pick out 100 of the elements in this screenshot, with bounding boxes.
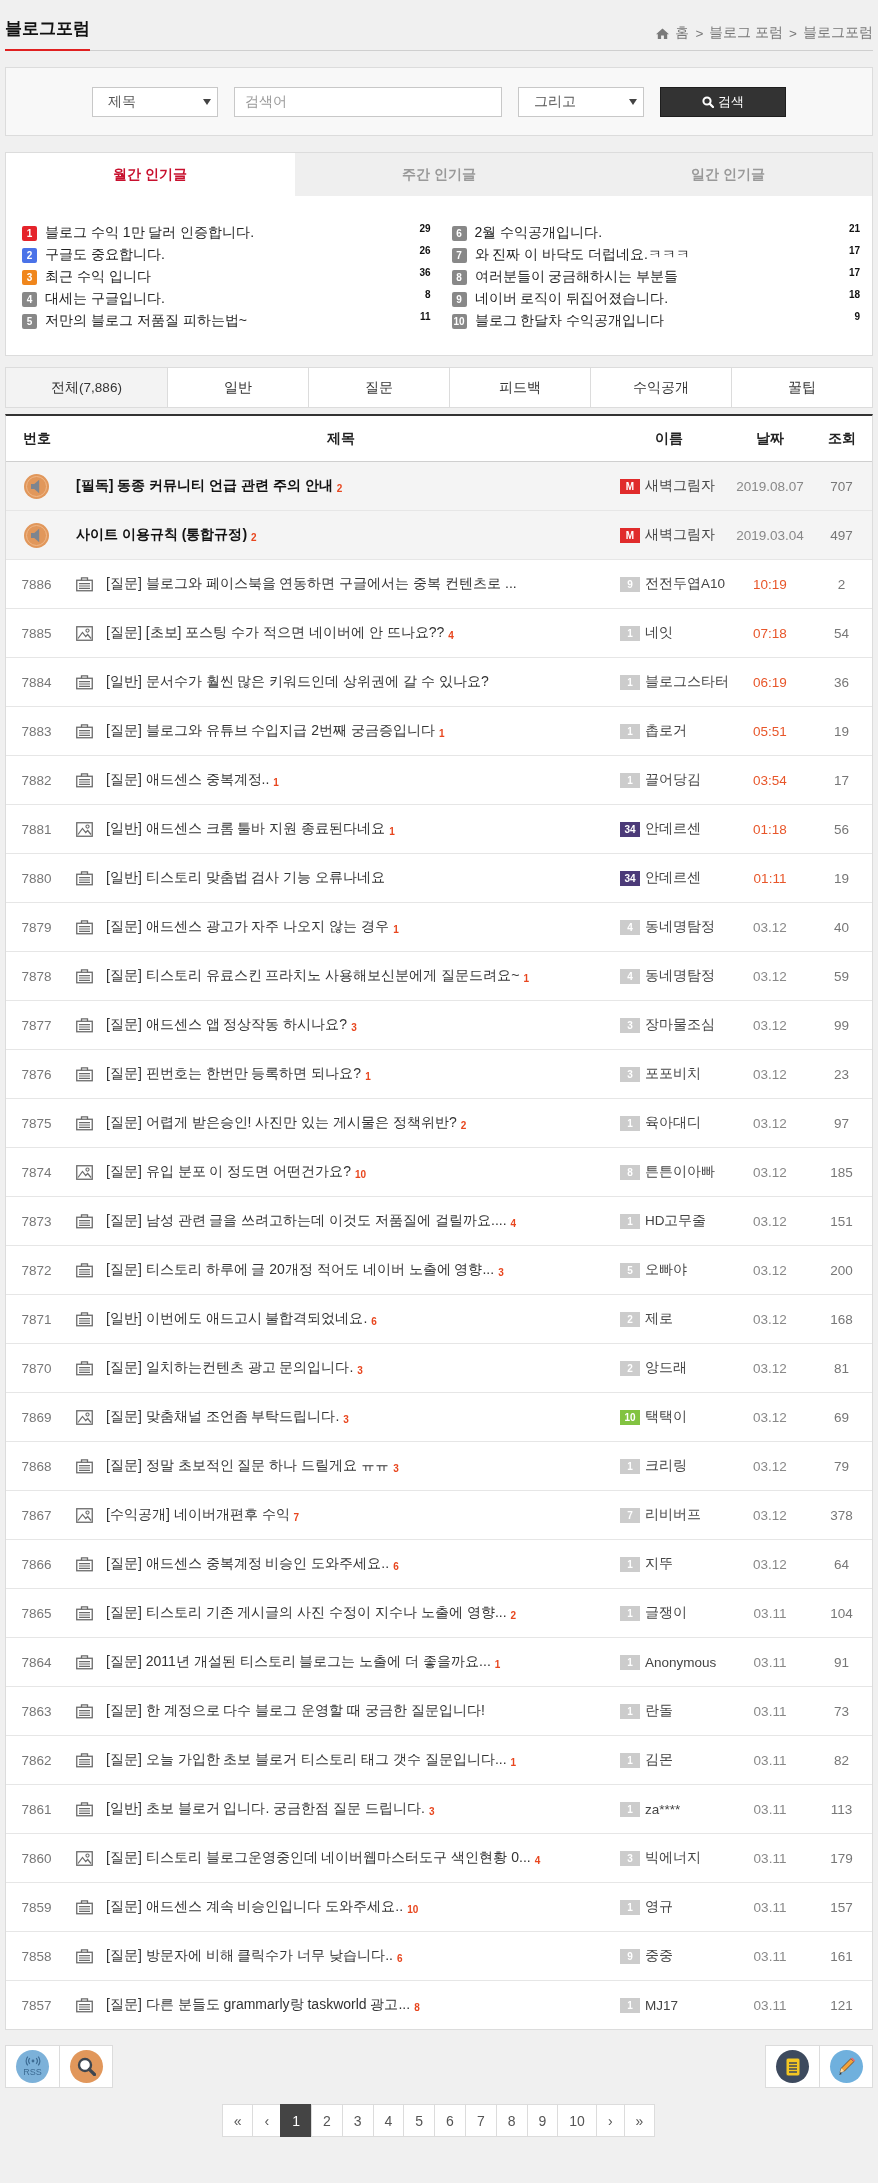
- search-field-select[interactable]: 제목: [92, 86, 218, 117]
- first-page-link[interactable]: «: [221, 2104, 254, 2137]
- post-title-link[interactable]: [질문] 티스토리 유료스킨 프라치노 사용해보신분에게 질문드려요~: [106, 967, 520, 985]
- category-tab[interactable]: 질문: [308, 368, 449, 407]
- search-button[interactable]: 검색: [660, 86, 786, 117]
- author-name[interactable]: 빅에너지: [645, 1849, 701, 1867]
- list-button[interactable]: [776, 2050, 809, 2083]
- popular-post-link[interactable]: 구글도 중요합니다.: [45, 246, 165, 262]
- previous-page-link[interactable]: ‹: [252, 2104, 282, 2137]
- author-name[interactable]: 제로: [645, 1310, 673, 1328]
- post-title-link[interactable]: [질문] 2011년 개설된 티스토리 블로그는 노출에 더 좋을까요...: [106, 1653, 491, 1671]
- author-name[interactable]: 글쟁이: [645, 1604, 687, 1622]
- author-name[interactable]: Anonymous: [645, 1654, 717, 1670]
- post-title-link[interactable]: [수익공개] 네이버개편후 수익: [106, 1506, 290, 1524]
- post-title-link[interactable]: [질문] 티스토리 하루에 글 20개정 적어도 네이버 노출에 영향...: [106, 1261, 495, 1279]
- author-name[interactable]: 네잇: [645, 624, 673, 642]
- post-title-link[interactable]: [질문] 유입 분포 이 정도면 어떤건가요?: [106, 1163, 351, 1181]
- author-name[interactable]: 촙로거: [645, 722, 687, 740]
- post-title-link[interactable]: [질문] 애드센스 광고가 자주 나오지 않는 경우: [106, 918, 390, 936]
- post-title-link[interactable]: [질문] 오늘 가입한 초보 블로거 티스토리 태그 갯수 질문입니다...: [106, 1751, 507, 1769]
- author-name[interactable]: 영규: [645, 1898, 673, 1916]
- author-name[interactable]: 동네명탐정: [645, 967, 715, 985]
- post-title-link[interactable]: [질문] 블로그와 유튜브 수입지급 2번째 궁금증입니다: [106, 722, 435, 740]
- page-link[interactable]: 4: [372, 2104, 405, 2137]
- author-name[interactable]: za****: [645, 1801, 681, 1817]
- post-title-link[interactable]: [질문] 애드센스 계속 비승인입니다 도와주세요..: [106, 1898, 404, 1916]
- last-page-link[interactable]: »: [623, 2104, 656, 2137]
- post-title-link[interactable]: [질문] 티스토리 블로그운영중인데 네이버웹마스터도구 색인현황 0...: [106, 1849, 531, 1867]
- search-button[interactable]: [69, 2050, 103, 2083]
- post-title-link[interactable]: 사이트 이용규칙 (통합규정): [76, 526, 248, 544]
- author-name[interactable]: 포포비치: [645, 1065, 701, 1083]
- popular-post-link[interactable]: 와 진짜 이 바닥도 더럽네요.ㅋㅋㅋ: [474, 246, 690, 262]
- popular-post-link[interactable]: 블로그 한달차 수익공개입니다: [474, 312, 665, 328]
- post-title-link[interactable]: [질문] 다른 분들도 grammarly랑 taskworld 광고...: [106, 1996, 411, 2014]
- author-name[interactable]: 새벽그림자: [645, 526, 715, 544]
- author-name[interactable]: MJ17: [645, 1997, 678, 2013]
- category-tab[interactable]: 꿀팁: [731, 368, 872, 407]
- post-title-link[interactable]: [질문] 블로그와 페이스북을 연동하면 구글에서는 중복 컨텐츠로 ...: [106, 575, 517, 593]
- author-name[interactable]: 중중: [645, 1947, 673, 1965]
- post-title-link[interactable]: [질문] 일치하는컨텐츠 광고 문의입니다.: [106, 1359, 354, 1377]
- page-link[interactable]: 6: [434, 2104, 466, 2137]
- page-link[interactable]: 2: [310, 2104, 343, 2137]
- popular-post-link[interactable]: 2월 수익공개입니다.: [474, 224, 603, 240]
- author-name[interactable]: 택택이: [645, 1408, 687, 1426]
- post-title-link[interactable]: [일반] 애드센스 크롬 툴바 지원 종료된다네요: [106, 820, 386, 838]
- post-title-link[interactable]: [일반] 이번에도 애드고시 불합격되었네요.: [106, 1310, 368, 1328]
- author-name[interactable]: 블로그스타터: [645, 673, 729, 691]
- post-title-link[interactable]: [질문] 어렵게 받은승인! 사진만 있는 게시물은 정책위반?: [106, 1114, 457, 1132]
- breadcrumb-link[interactable]: 블로그 포럼: [709, 24, 784, 42]
- page-link[interactable]: 8: [495, 2104, 528, 2137]
- breadcrumb-link[interactable]: 홈: [675, 24, 690, 42]
- search-input[interactable]: 검색어: [234, 86, 502, 117]
- popular-post-link[interactable]: 저만의 블로그 저품질 피하는법~: [45, 312, 247, 328]
- post-title-link[interactable]: [질문] 정말 초보적인 질문 하나 드릴게요 ㅠㅠ: [106, 1457, 390, 1475]
- author-name[interactable]: 리비버프: [645, 1506, 701, 1524]
- author-name[interactable]: 김몬: [645, 1751, 673, 1769]
- post-title-link[interactable]: [질문] 애드센스 중복계정..: [106, 771, 270, 789]
- author-name[interactable]: 지뚜: [645, 1555, 673, 1573]
- category-tab[interactable]: 피드백: [449, 368, 590, 407]
- post-title-link[interactable]: [질문] 한 계정으로 다수 블로그 운영할 때 궁금한 질문입니다!: [106, 1702, 485, 1720]
- page-link[interactable]: 3: [341, 2104, 374, 2137]
- post-title-link[interactable]: [질문] 티스토리 기존 게시글의 사진 수정이 지수나 노출에 영향...: [106, 1604, 507, 1622]
- popular-post-link[interactable]: 최근 수익 입니다: [45, 268, 151, 284]
- post-title-link[interactable]: [필독] 동종 커뮤니티 언급 관련 주의 안내: [76, 477, 333, 495]
- author-name[interactable]: 오빠야: [645, 1261, 687, 1279]
- category-tab[interactable]: 전체(7,886): [6, 368, 167, 407]
- author-name[interactable]: 전전두엽A10: [645, 575, 726, 593]
- post-title-link[interactable]: [일반] 문서수가 훨씬 많은 키워드인데 상위권에 갈 수 있나요?: [106, 673, 489, 691]
- post-title-link[interactable]: [질문] 애드센스 앱 정상작동 하시나요?: [106, 1016, 348, 1034]
- author-name[interactable]: 동네명탐정: [645, 918, 715, 936]
- search-operator-select[interactable]: 그리고: [518, 86, 644, 117]
- author-name[interactable]: HD고무줄: [645, 1212, 707, 1230]
- author-name[interactable]: 튼튼이아빠: [645, 1163, 715, 1181]
- author-name[interactable]: 란돌: [645, 1702, 673, 1720]
- page-link[interactable]: 7: [464, 2104, 497, 2137]
- post-title-link[interactable]: [질문] 핀번호는 한번만 등록하면 되나요?: [106, 1065, 362, 1083]
- post-title-link[interactable]: [질문] 방문자에 비해 클릭수가 너무 낮습니다..: [106, 1947, 393, 1965]
- next-page-link[interactable]: ›: [595, 2104, 625, 2137]
- author-name[interactable]: 끌어당김: [645, 771, 701, 789]
- author-name[interactable]: 안데르센: [645, 869, 701, 887]
- page-link[interactable]: 10: [557, 2104, 597, 2137]
- page-link[interactable]: 1: [280, 2104, 312, 2137]
- author-name[interactable]: 안데르센: [645, 820, 701, 838]
- write-button[interactable]: [829, 2050, 863, 2083]
- popular-post-link[interactable]: 네이버 로직이 뒤집어졌습니다.: [474, 290, 669, 306]
- popular-post-link[interactable]: 블로그 수익 1만 달러 인증합니다.: [45, 224, 255, 240]
- author-name[interactable]: 새벽그림자: [645, 477, 715, 495]
- post-title-link[interactable]: [질문] 맞춤채널 조언좀 부탁드립니다.: [106, 1408, 340, 1426]
- author-name[interactable]: 크리링: [645, 1457, 687, 1475]
- post-title-link[interactable]: [일반] 초보 블로거 입니다. 궁금한점 질문 드립니다.: [106, 1800, 425, 1818]
- category-tab[interactable]: 수익공개: [590, 368, 731, 407]
- popular-post-link[interactable]: 여러분들이 궁금해하시는 부분들: [474, 268, 679, 284]
- author-name[interactable]: 장마물조심: [645, 1016, 715, 1034]
- popular-post-link[interactable]: 대세는 구글입니다.: [45, 290, 165, 306]
- post-title-link[interactable]: [질문] 애드센스 중복계정 비승인 도와주세요..: [106, 1555, 390, 1573]
- post-title-link[interactable]: [질문] 남성 관련 글을 쓰려고하는데 이것도 저품질에 걸릴까요....: [106, 1212, 507, 1230]
- post-title-link[interactable]: [질문] [초보] 포스팅 수가 적으면 네이버에 안 뜨나요??: [106, 624, 445, 642]
- page-link[interactable]: 5: [403, 2104, 436, 2137]
- author-name[interactable]: 육아대디: [645, 1114, 701, 1132]
- author-name[interactable]: 앙드래: [645, 1359, 687, 1377]
